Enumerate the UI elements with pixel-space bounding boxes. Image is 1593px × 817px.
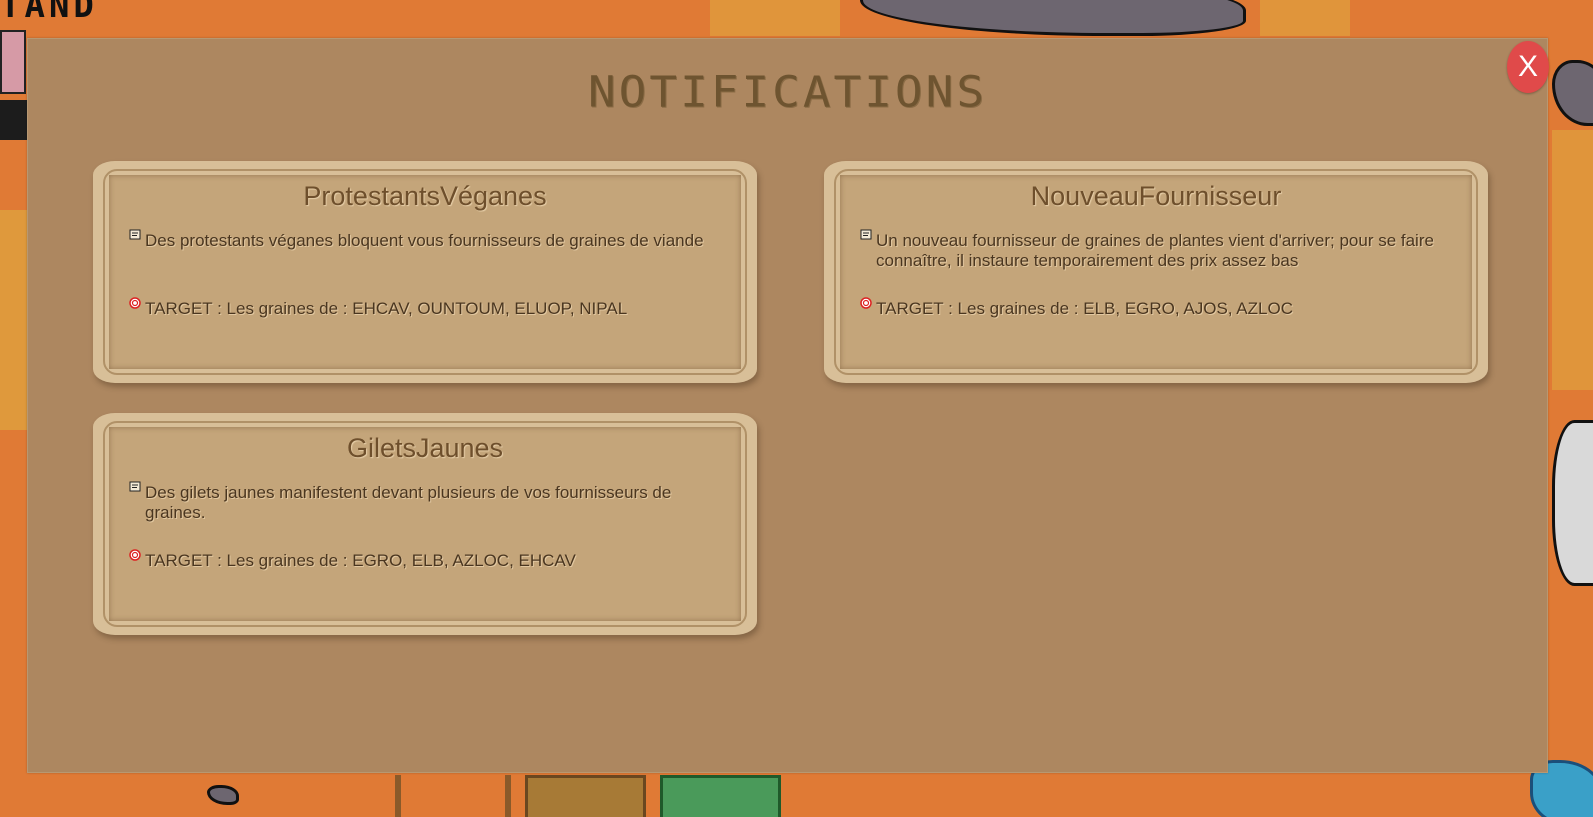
notification-description: Des protestants véganes bloquent vous fo… (129, 229, 711, 251)
notification-description-text: Un nouveau fournisseur de graines de pla… (876, 231, 1434, 270)
message-icon (129, 229, 141, 240)
background-building-right (1552, 420, 1593, 586)
background-sand-top-1 (710, 0, 840, 36)
notification-title: GiletsJaunes (346, 433, 504, 463)
target-icon (129, 549, 141, 561)
notification-target-text: TARGET : Les graines de : EHCAV, OUNTOUM… (145, 299, 628, 318)
background-sand-left (0, 210, 27, 430)
notification-description-text: Des gilets jaunes manifestent devant plu… (145, 483, 672, 522)
background-rock-top (860, 0, 1246, 36)
notification-description-text: Des protestants véganes bloquent vous fo… (145, 231, 704, 250)
background-plot-brown (525, 775, 646, 817)
background-plot-green (660, 775, 781, 817)
notification-target: TARGET : Les graines de : ELB, EGRO, AJO… (860, 297, 1442, 319)
notifications-modal: NOTIFICATIONS ProtestantsVéganes Des pro… (27, 38, 1548, 773)
notification-description: Des gilets jaunes manifestent devant plu… (129, 481, 711, 523)
notification-target-text: TARGET : Les graines de : ELB, EGRO, AJO… (876, 299, 1293, 318)
target-icon (129, 297, 141, 309)
background-post-2 (505, 775, 511, 817)
notification-target-text: TARGET : Les graines de : EGRO, ELB, AZL… (145, 551, 576, 570)
notification-card: GiletsJaunes Des gilets jaunes manifeste… (93, 413, 757, 635)
notification-card: ProtestantsVéganes Des protestants végan… (93, 161, 757, 383)
background-title-fragment: TAND (0, 0, 98, 26)
notification-title: ProtestantsVéganes (303, 181, 547, 211)
message-icon (129, 481, 141, 492)
notification-title: NouveauFournisseur (1030, 181, 1282, 211)
notification-target: TARGET : Les graines de : EGRO, ELB, AZL… (129, 549, 711, 571)
background-sand-top-2 (1260, 0, 1350, 36)
background-post (395, 775, 401, 817)
notification-target: TARGET : Les graines de : EHCAV, OUNTOUM… (129, 297, 711, 319)
background-sand-right (1552, 130, 1593, 390)
notification-description: Un nouveau fournisseur de graines de pla… (860, 229, 1442, 271)
notification-card: NouveauFournisseur Un nouveau fournisseu… (824, 161, 1488, 383)
close-button[interactable]: X (1507, 41, 1549, 93)
background-building-pink (0, 30, 26, 94)
background-stone-small (207, 785, 239, 805)
background-shadow (0, 100, 27, 140)
background-rock-right (1552, 60, 1593, 126)
message-icon (860, 229, 872, 240)
modal-title: NOTIFICATIONS (587, 67, 988, 117)
target-icon (860, 297, 872, 309)
